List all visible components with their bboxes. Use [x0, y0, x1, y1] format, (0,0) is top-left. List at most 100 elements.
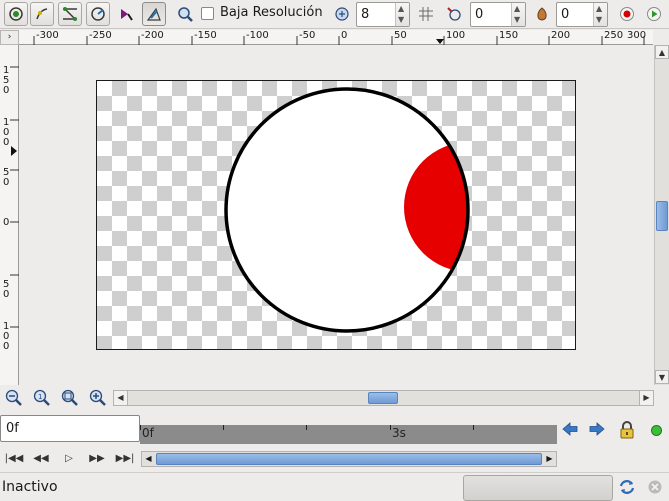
- ruler-label: 250: [604, 30, 624, 41]
- grid-zoom-icon: [335, 7, 349, 21]
- onion-past-arrows[interactable]: ▲ ▼: [511, 3, 525, 26]
- low-resolution-checkbox[interactable]: [201, 7, 214, 20]
- horizontal-scrollbar[interactable]: ◀ ▶: [113, 390, 654, 406]
- time-tick: [473, 425, 474, 430]
- ruler-label: 0: [341, 30, 348, 41]
- ruler-corner-glyph: ›: [7, 32, 12, 42]
- preview-play-button[interactable]: [642, 2, 666, 26]
- previous-keyframe-button[interactable]: [559, 418, 581, 440]
- seek-prev-frame-button[interactable]: ◀◀: [29, 450, 53, 468]
- ruler-label: -50: [299, 30, 316, 41]
- svg-text:1: 1: [38, 393, 42, 401]
- onion-past-spinner[interactable]: 0 ▲ ▼: [470, 2, 526, 27]
- ruler-label: -250: [89, 30, 112, 41]
- vertex-icon: [9, 7, 23, 21]
- grid-size-value: 8: [361, 7, 370, 22]
- ruler-label: 200: [551, 30, 571, 41]
- ruler-label: -100: [246, 30, 269, 41]
- time-tick: [223, 425, 224, 430]
- play-button[interactable]: ▷: [57, 450, 81, 468]
- onion-future-icon-button[interactable]: [530, 2, 554, 26]
- show-width-ducks-button[interactable]: [58, 2, 82, 26]
- scroll-left-icon[interactable]: ◀: [114, 391, 128, 405]
- horizontal-ruler: -300 -250 -200 -150 -100 -50 0 50 100 15…: [19, 30, 653, 45]
- zoom-fit-button[interactable]: [61, 389, 79, 407]
- zoom-in-icon: [89, 389, 106, 406]
- scroll-up-icon[interactable]: ▲: [655, 45, 669, 59]
- canvas-workarea[interactable]: [19, 46, 653, 384]
- timeline-scrollbar[interactable]: ◀ ▶: [141, 451, 557, 467]
- grid-size-arrows[interactable]: ▲ ▼: [395, 3, 409, 26]
- onion-future-spinner[interactable]: 0 ▲ ▼: [556, 2, 608, 27]
- onion-past-value: 0: [475, 7, 484, 22]
- ruler-label: 0: [3, 177, 10, 188]
- record-button[interactable]: [615, 2, 639, 26]
- refresh-button[interactable]: [616, 476, 638, 498]
- time-start-label: 0f: [142, 426, 154, 440]
- bone-icon: [146, 7, 161, 21]
- timeline-scroll-thumb[interactable]: [156, 453, 542, 465]
- grid-size-spinner[interactable]: 8 ▲ ▼: [356, 2, 410, 27]
- onion-past-icon-button[interactable]: [442, 2, 466, 26]
- show-grid-button[interactable]: [414, 2, 438, 26]
- scroll-down-icon[interactable]: ▼: [655, 370, 669, 384]
- zoom-out-icon: [5, 389, 22, 406]
- zoom-100-button[interactable]: 1: [33, 389, 51, 407]
- show-vertices-button[interactable]: [4, 2, 28, 26]
- canvas[interactable]: [96, 80, 576, 350]
- lock-keyframe-button[interactable]: [615, 418, 639, 442]
- timeline-scroll-right-icon[interactable]: ▶: [543, 452, 556, 466]
- animation-mode-indicator[interactable]: [651, 425, 662, 436]
- close-icon: [648, 480, 662, 494]
- show-tangents-button[interactable]: [30, 2, 54, 26]
- scroll-right-icon[interactable]: ▶: [639, 391, 653, 405]
- seek-begin-button[interactable]: |◀◀: [2, 450, 26, 468]
- magnifier-icon: [178, 7, 193, 22]
- time-mark-label: 3s: [392, 426, 406, 440]
- show-angle-ducks-button[interactable]: [114, 2, 138, 26]
- time-slider[interactable]: 0f 3s: [140, 425, 557, 444]
- seek-prev-icon: ◀◀: [33, 453, 49, 464]
- grid-size-icon-button[interactable]: [330, 2, 354, 26]
- ruler-label: -200: [141, 30, 164, 41]
- ruler-label: 0: [3, 341, 10, 352]
- vertical-scroll-thumb[interactable]: [656, 201, 668, 231]
- vertical-scrollbar[interactable]: ▲ ▼: [654, 45, 669, 385]
- ruler-label: 150: [499, 30, 519, 41]
- next-keyframe-button[interactable]: [586, 418, 608, 440]
- ruler-label: 300: [627, 30, 647, 41]
- seek-end-button[interactable]: ▶▶|: [113, 450, 137, 468]
- spin-down-icon: ▼: [514, 15, 521, 24]
- stop-render-button[interactable]: [644, 476, 666, 498]
- ruler-label: -150: [194, 30, 217, 41]
- seek-begin-icon: |◀◀: [4, 453, 24, 464]
- onion-future-arrows[interactable]: ▲ ▼: [593, 3, 607, 26]
- current-time-field[interactable]: 0f: [0, 415, 140, 442]
- arrow-right-icon: [589, 422, 605, 436]
- zoom-out-button[interactable]: [5, 389, 23, 407]
- ruler-label: 0: [3, 217, 10, 228]
- play-icon: [647, 7, 661, 21]
- ruler-corner-button[interactable]: ›: [0, 30, 19, 45]
- toolbar: Baja Resolución 8 ▲ ▼ 0 ▲ ▼ 0 ▲ ▼: [0, 0, 669, 29]
- ruler-label: 0: [3, 85, 10, 96]
- zoom-in-button[interactable]: [89, 389, 107, 407]
- canvas-drawing: [224, 87, 470, 333]
- onion-past-icon: [447, 7, 461, 21]
- ruler-label: 50: [394, 30, 407, 41]
- tangent-icon: [36, 8, 48, 20]
- horizontal-scroll-thumb[interactable]: [368, 392, 398, 404]
- lock-icon: [620, 421, 634, 439]
- status-bar: Inactivo: [0, 472, 669, 501]
- seek-next-frame-button[interactable]: ▶▶: [85, 450, 109, 468]
- show-bones-button[interactable]: [142, 2, 166, 26]
- show-radius-ducks-button[interactable]: [86, 2, 110, 26]
- angle-icon: [121, 9, 133, 21]
- timeline-scroll-left-icon[interactable]: ◀: [142, 452, 155, 466]
- grid-icon: [419, 7, 433, 21]
- spin-down-icon: ▼: [596, 15, 603, 24]
- synfig-main-window: Baja Resolución 8 ▲ ▼ 0 ▲ ▼ 0 ▲ ▼ › -300…: [0, 0, 669, 501]
- zoom-icon-button[interactable]: [173, 2, 197, 26]
- onion-icon: [537, 7, 547, 21]
- seek-end-icon: ▶▶|: [115, 453, 135, 464]
